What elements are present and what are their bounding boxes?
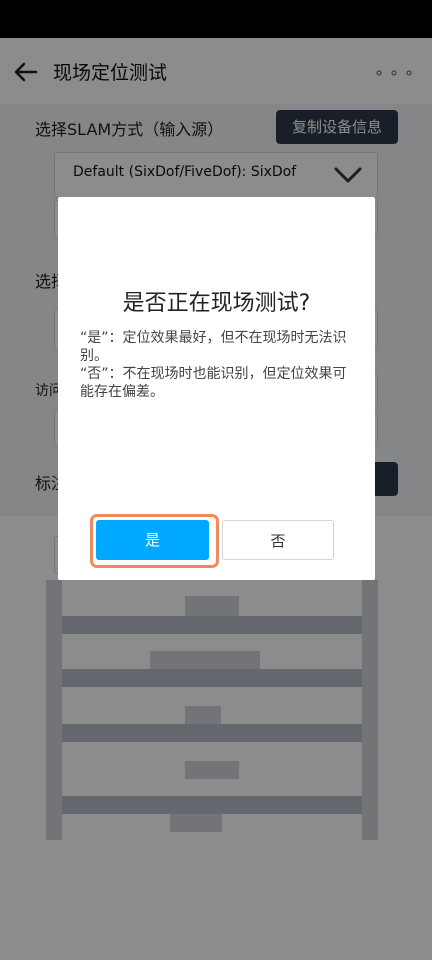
dialog-desc-yes: “是”：定位效果最好，但不在现场时无法识别。	[80, 330, 347, 364]
dialog-desc-no: “否”：不在现场时也能识别，但定位效果可能存在偏差。	[80, 366, 347, 400]
dialog-title: 是否正在现场测试?	[122, 291, 311, 316]
dialog-description: “是”：定位效果最好，但不在现场时无法识别。 “否”：不在现场时也能识别，但定位…	[80, 329, 355, 401]
status-bar	[0, 0, 432, 38]
onsite-test-dialog: 是否正在现场测试? “是”：定位效果最好，但不在现场时无法识别。 “否”：不在现…	[58, 197, 375, 580]
yes-button[interactable]: 是	[96, 520, 209, 560]
no-button[interactable]: 否	[222, 520, 334, 560]
